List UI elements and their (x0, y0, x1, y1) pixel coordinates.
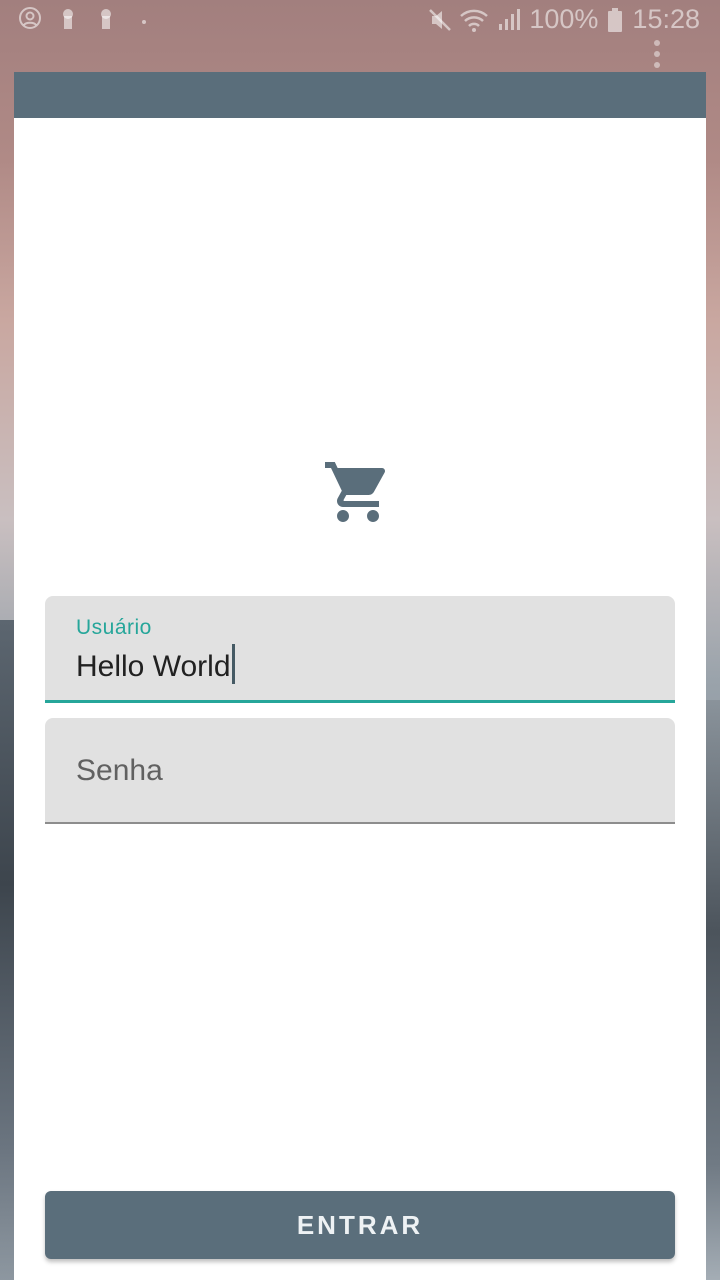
screen: 100% 15:28 Usuário Hello World Senha ENT… (0, 0, 720, 1280)
battery-icon (606, 7, 624, 33)
wifi-icon (459, 7, 489, 33)
login-button[interactable]: ENTRAR (45, 1191, 675, 1259)
dot-icon (132, 6, 156, 32)
password-placeholder: Senha (76, 754, 163, 787)
app-bar (14, 72, 706, 118)
clock: 15:28 (632, 4, 700, 34)
username-field[interactable]: Usuário Hello World (45, 596, 675, 703)
battery-percent: 100% (529, 4, 599, 34)
mute-icon (427, 7, 452, 33)
background-right (706, 700, 720, 1280)
username-input[interactable]: Hello World (76, 644, 235, 684)
username-value: Hello World (76, 650, 231, 683)
shopping-cart-icon (322, 456, 394, 528)
password-field[interactable]: Senha (45, 718, 675, 824)
keyhole-icon (56, 6, 80, 32)
account-icon (18, 6, 42, 32)
status-bar: 100% 15:28 (0, 0, 720, 44)
signal-icon (497, 7, 521, 33)
keyhole-icon (94, 6, 118, 32)
text-cursor (231, 644, 235, 684)
background-left (0, 620, 14, 1280)
overflow-menu-icon (654, 40, 660, 70)
username-label: Usuário (76, 616, 152, 639)
faded-header (54, 118, 694, 138)
